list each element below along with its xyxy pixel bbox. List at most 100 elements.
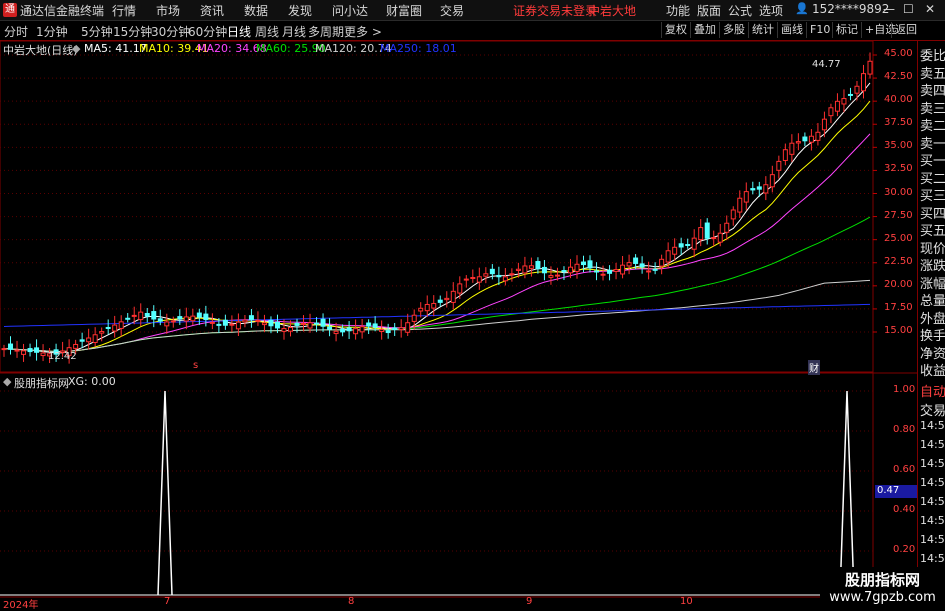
candle-body[interactable] (261, 322, 267, 326)
candle-body[interactable] (639, 263, 645, 268)
candle-body[interactable] (86, 337, 92, 343)
candle-body[interactable] (652, 268, 658, 271)
candle-body[interactable] (21, 350, 27, 355)
candle-body[interactable] (620, 264, 626, 275)
marker-s[interactable]: s (193, 360, 198, 371)
candle-body[interactable] (1, 348, 7, 351)
candle-body[interactable] (567, 266, 573, 274)
menu-xuanxiang[interactable]: 选项 (759, 2, 783, 19)
candle-body[interactable] (281, 328, 287, 332)
candle-body[interactable] (528, 265, 534, 269)
candle-body[interactable] (418, 307, 424, 312)
candle-body[interactable] (717, 232, 723, 243)
candle-body[interactable] (255, 319, 261, 322)
user-icon[interactable]: 👤 (795, 2, 809, 15)
candle-body[interactable] (769, 174, 775, 188)
candle-body[interactable] (229, 323, 235, 326)
candle-body[interactable] (112, 324, 118, 332)
candle-body[interactable] (548, 275, 554, 278)
candle-body[interactable] (659, 258, 665, 267)
candle-body[interactable] (561, 270, 567, 273)
minimize-icon[interactable]: — (883, 2, 895, 16)
candle-body[interactable] (301, 322, 307, 325)
candle-body[interactable] (385, 330, 391, 334)
period-5min[interactable]: 5分钟 (81, 23, 113, 40)
candle-body[interactable] (190, 315, 196, 322)
candle-body[interactable] (633, 257, 639, 264)
tool-tongji[interactable]: 统计 (748, 22, 777, 38)
candle-body[interactable] (144, 313, 150, 317)
kline-chart[interactable] (0, 41, 917, 609)
period-60min[interactable]: 60分钟 (188, 23, 227, 40)
candle-body[interactable] (242, 319, 248, 323)
candle-body[interactable] (164, 321, 170, 327)
candle-body[interactable] (222, 319, 228, 326)
menu-banmian[interactable]: 版面 (697, 2, 721, 19)
menu-gongshi[interactable]: 公式 (728, 2, 752, 19)
candle-body[interactable] (795, 141, 801, 144)
candle-body[interactable] (307, 322, 313, 329)
candle-body[interactable] (711, 237, 717, 240)
candle-body[interactable] (483, 273, 489, 277)
candle-body[interactable] (665, 250, 671, 263)
candle-body[interactable] (646, 270, 652, 273)
tool-huaxian[interactable]: 画线 (777, 22, 806, 38)
candle-body[interactable] (541, 266, 547, 274)
candle-body[interactable] (691, 237, 697, 250)
candle-body[interactable] (704, 222, 710, 239)
candle-body[interactable] (554, 274, 560, 277)
period-30min[interactable]: 30分钟 (151, 23, 190, 40)
candle-body[interactable] (535, 261, 541, 270)
candle-body[interactable] (40, 352, 46, 357)
candle-body[interactable] (502, 276, 508, 282)
candle-body[interactable] (431, 302, 437, 309)
candle-body[interactable] (287, 326, 293, 332)
candle-body[interactable] (411, 314, 417, 322)
candle-body[interactable] (750, 188, 756, 191)
menu-wenxiaoda[interactable]: 问小达 (332, 2, 368, 19)
candle-body[interactable] (847, 93, 853, 96)
period-15min[interactable]: 15分钟 (113, 23, 152, 40)
candle-body[interactable] (450, 290, 456, 303)
candle-body[interactable] (424, 303, 430, 312)
candle-body[interactable] (203, 313, 209, 320)
tool-duogu[interactable]: 多股 (719, 22, 748, 38)
candle-body[interactable] (587, 260, 593, 269)
candle-body[interactable] (496, 274, 502, 278)
candle-body[interactable] (151, 311, 157, 320)
candle-body[interactable] (333, 330, 339, 335)
candle-body[interactable] (678, 243, 684, 248)
candle-body[interactable] (327, 326, 333, 330)
candle-body[interactable] (782, 149, 788, 161)
candle-body[interactable] (79, 339, 85, 342)
candle-body[interactable] (600, 273, 606, 276)
candle-body[interactable] (196, 312, 202, 318)
maximize-icon[interactable]: ☐ (903, 2, 914, 16)
close-icon[interactable]: ✕ (925, 2, 935, 16)
marker-cai[interactable]: 财 (808, 360, 820, 375)
candle-body[interactable] (235, 321, 241, 330)
candle-body[interactable] (463, 278, 469, 281)
candle-body[interactable] (685, 243, 691, 246)
candle-body[interactable] (509, 273, 515, 276)
candle-body[interactable] (14, 349, 20, 352)
period-more[interactable]: 更多 > (344, 23, 382, 40)
candle-body[interactable] (476, 276, 482, 283)
candle-body[interactable] (834, 100, 840, 112)
tool-f10[interactable]: F10 (806, 22, 833, 38)
candle-body[interactable] (841, 98, 847, 105)
candle-body[interactable] (828, 107, 834, 117)
period-daily[interactable]: 日线 (227, 23, 251, 40)
candle-body[interactable] (118, 321, 124, 329)
candle-body[interactable] (815, 131, 821, 141)
candle-body[interactable] (776, 160, 782, 171)
candle-body[interactable] (821, 118, 827, 131)
candle-body[interactable] (99, 331, 105, 334)
candle-body[interactable] (216, 323, 222, 326)
candle-body[interactable] (359, 326, 365, 333)
candle-body[interactable] (737, 197, 743, 213)
candle-body[interactable] (743, 191, 749, 203)
candle-body[interactable] (372, 323, 378, 328)
candle-body[interactable] (183, 316, 189, 322)
menu-jiaoyi[interactable]: 交易 (440, 2, 464, 19)
